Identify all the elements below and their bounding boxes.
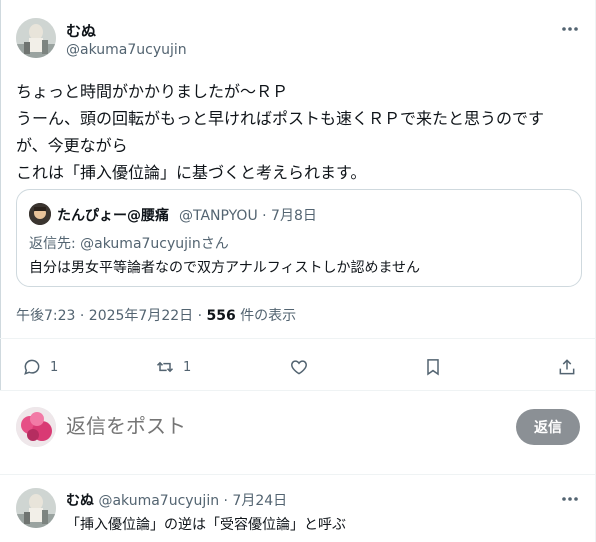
tweet-text: ちょっと時間がかかりましたが～ＲＰ うーん、頭の回転がもっと早ければポストも速く… xyxy=(16,78,586,186)
retweet-action[interactable]: 1 xyxy=(155,352,191,382)
retweet-arrows-icon xyxy=(155,357,175,377)
author-name[interactable]: むぬ xyxy=(66,20,96,41)
reply-author-name[interactable]: むぬ xyxy=(66,493,94,509)
like-action[interactable] xyxy=(289,352,309,382)
heart-icon xyxy=(289,357,309,377)
share-action[interactable] xyxy=(557,352,577,382)
quoted-author-handle-date[interactable]: @TANPYOU · 7月8日 xyxy=(179,205,317,225)
action-bar: 1 1 xyxy=(0,352,596,382)
reply-header: むぬ @akuma7ucyujin · 7月24日 xyxy=(66,490,287,510)
reply-input[interactable] xyxy=(66,414,496,438)
my-avatar[interactable] xyxy=(16,407,56,447)
tweet-line: これは「挿入優位論」に基づくと考えられます。 xyxy=(16,163,367,182)
divider xyxy=(0,474,596,475)
thread-left-border xyxy=(0,0,1,390)
bookmark-action[interactable] xyxy=(423,352,443,382)
quoted-tweet[interactable]: たんぴょー@腰痛 @TANPYOU · 7月8日 返信先: @akuma7ucy… xyxy=(16,189,582,287)
author-avatar[interactable] xyxy=(16,18,56,58)
tweet-line: が、今更ながら xyxy=(16,136,128,155)
share-upload-icon xyxy=(557,357,577,377)
author-handle[interactable]: @akuma7ucyujin xyxy=(66,42,187,58)
reply-tweet[interactable]: むぬ @akuma7ucyujin · 7月24日 「挿入優位論」の逆は「受容優… xyxy=(0,480,596,542)
reply-author-handle-date[interactable]: @akuma7ucyujin · 7月24日 xyxy=(94,493,287,509)
reply-to-prefix: 返信先: xyxy=(29,236,81,252)
quoted-tweet-text: 自分は男女平等論者なので双方アナルフィストしか認めません xyxy=(29,260,421,276)
tweet-line: ちょっと時間がかかりましたが～ＲＰ xyxy=(16,82,289,101)
tweet-line: うーん、頭の回転がもっと早ければポストも速くＲＰで来たと思うのです xyxy=(16,109,545,128)
timestamp[interactable]: 午後7:23 · 2025年7月22日 · xyxy=(16,308,207,324)
reply-action[interactable]: 1 xyxy=(22,352,58,382)
reply-to-mention[interactable]: @akuma7ucyujin xyxy=(80,236,201,252)
quoted-author-name[interactable]: たんぴょー@腰痛 xyxy=(57,205,169,225)
divider xyxy=(0,338,596,339)
tweet-meta: 午後7:23 · 2025年7月22日 · 556 件の表示 xyxy=(16,305,296,325)
quoted-author-avatar[interactable] xyxy=(29,203,51,225)
reply-text: 「挿入優位論」の逆は「受容優位論」と呼ぶ xyxy=(66,517,346,533)
quoted-reply-to: 返信先: @akuma7ucyujinさん xyxy=(29,233,229,253)
views-count: 556 xyxy=(206,308,236,324)
reply-button[interactable]: 返信 xyxy=(516,409,580,445)
more-dots-icon[interactable] xyxy=(560,492,580,506)
views-label: 件の表示 xyxy=(235,308,297,324)
reply-to-suffix: さん xyxy=(200,236,229,252)
reply-composer: 返信 xyxy=(0,392,596,472)
bookmark-icon xyxy=(423,357,443,377)
reply-author-avatar[interactable] xyxy=(16,488,56,528)
speech-bubble-icon xyxy=(22,357,42,377)
more-dots-icon[interactable] xyxy=(560,22,580,36)
retweet-count: 1 xyxy=(183,359,192,375)
reply-count: 1 xyxy=(50,359,59,375)
divider xyxy=(0,390,596,391)
